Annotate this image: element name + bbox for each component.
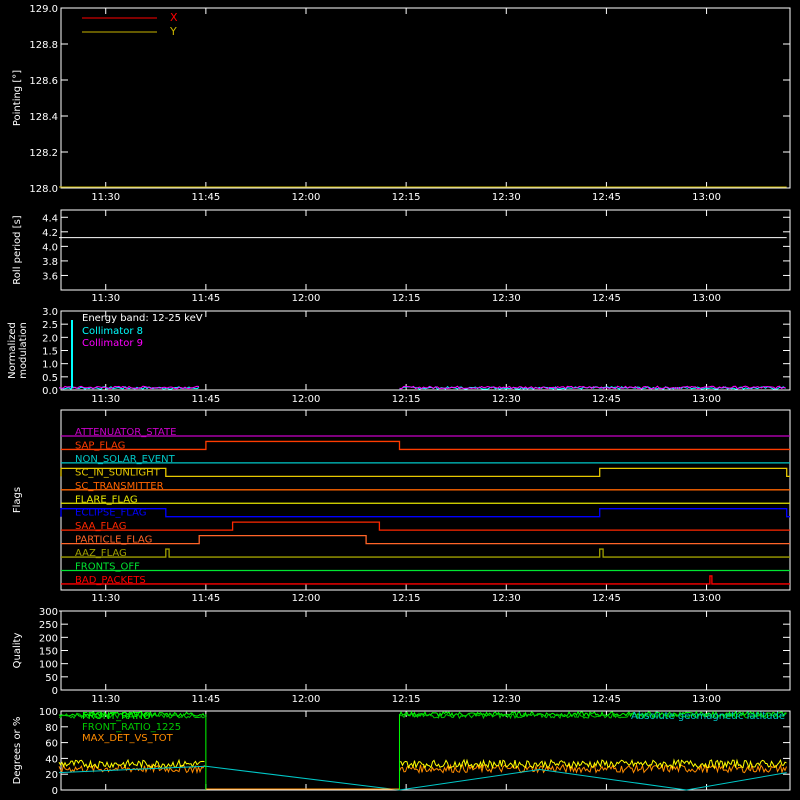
- x-tick-label: 12:15: [392, 293, 421, 304]
- y-tick-label: 1.5: [42, 347, 58, 358]
- y-tick-label: 50: [45, 673, 58, 684]
- y-tick-label: 100: [39, 707, 58, 718]
- legend-label: Collimator 8: [82, 326, 143, 337]
- x-tick-label: 12:15: [392, 192, 421, 203]
- y-tick-label: 128.0: [29, 184, 58, 195]
- y-tick-label: 0.5: [42, 373, 58, 384]
- x-tick-label: 11:30: [91, 192, 120, 203]
- x-tick-label: 12:15: [392, 694, 421, 705]
- x-tick-label: 12:45: [592, 192, 621, 203]
- x-tick-label: 11:45: [191, 394, 220, 405]
- flag-line: [61, 534, 790, 545]
- x-tick-label: 12:00: [292, 394, 321, 405]
- panel-roll_period: Roll period [s] 3.6 3.8 4.0 4.2 4.4 11:30 11:45…: [12, 209, 791, 304]
- legend-label: FRONT_RATIO_1225: [82, 722, 181, 733]
- y-axis-label: Flags: [12, 487, 23, 513]
- x-tick-label: 13:00: [692, 394, 721, 405]
- legend-label: MAX_DET_VS_TOT: [82, 733, 174, 744]
- x-tick-label: 12:00: [292, 192, 321, 203]
- y-tick-label: 0: [52, 686, 58, 697]
- flag-line: [61, 548, 790, 558]
- x-tick-label: 13:00: [692, 593, 721, 604]
- x-tick-label: 12:45: [592, 694, 621, 705]
- x-tick-label: 11:45: [191, 293, 220, 304]
- y-tick-label: 129.0: [29, 4, 58, 15]
- x-tick-label: 11:30: [91, 593, 120, 604]
- x-tick-label: 12:15: [392, 394, 421, 405]
- x-tick-label: 12:30: [492, 593, 521, 604]
- y-tick-label: 80: [45, 723, 58, 734]
- y-tick-label: 60: [45, 739, 58, 750]
- y-tick-label: 20: [45, 770, 58, 781]
- y-tick-label: 128.2: [29, 148, 58, 159]
- y-tick-label: 40: [45, 754, 58, 765]
- panel-geomag: Degrees or % 0 20 40 60 80 100 FRONT_RATIOFRONT…: [12, 707, 791, 797]
- y-tick-label: 2.0: [42, 333, 58, 344]
- panel-pointing: Pointing [°] 128.0 128.2 128.4 128.6 128.8 129…: [12, 4, 791, 203]
- x-tick-label: 12:30: [492, 192, 521, 203]
- x-tick-label: 12:30: [492, 394, 521, 405]
- panel-frame: [60, 209, 791, 291]
- y-axis-label: Roll period [s]: [12, 215, 23, 284]
- x-tick-label: 12:45: [592, 394, 621, 405]
- panel-frame: [60, 610, 791, 691]
- x-tick-label: 12:00: [292, 694, 321, 705]
- y-tick-label: 4.2: [42, 228, 58, 239]
- annotation-latitude: Absolute geomagnetic latitude: [631, 711, 785, 722]
- figure: Pointing [°] 128.0 128.2 128.4 128.6 128.8 129…: [7, 4, 791, 797]
- y-axis-label: Quality: [12, 633, 23, 669]
- flag-line: [61, 575, 790, 585]
- flag-line: [60, 508, 790, 518]
- y-tick-label: 3.6: [42, 271, 58, 282]
- y-tick-label: 2.5: [42, 320, 58, 331]
- y-tick-label: 0.0: [42, 386, 58, 397]
- x-tick-label: 12:30: [492, 293, 521, 304]
- y-tick-label: 3.0: [42, 307, 58, 318]
- y-tick-label: 128.4: [29, 112, 58, 123]
- y-tick-label: 4.4: [42, 213, 58, 224]
- legend-label: X: [170, 11, 178, 24]
- flag-line: [61, 521, 790, 531]
- y-tick-label: 3.8: [42, 257, 58, 268]
- x-tick-label: 12:45: [592, 593, 621, 604]
- panel-modulation: Normalized modulation 0.0 0.5 1.0 1.5 2.0 2.5 3.…: [7, 307, 791, 405]
- annotation-energy-band: Energy band: 12-25 keV: [82, 313, 203, 324]
- legend-label: FRONT_RATIO: [82, 711, 151, 722]
- x-tick-label: 13:00: [692, 192, 721, 203]
- y-axis-label: Pointing [°]: [12, 70, 23, 126]
- panel-quality: Quality 0 50 100 150 200 250 300 11:30 11:45 12:00…: [12, 607, 791, 705]
- x-tick-label: 12:00: [292, 293, 321, 304]
- x-tick-label: 11:45: [191, 593, 220, 604]
- x-tick-label: 12:30: [492, 694, 521, 705]
- y-axis-label: modulation: [18, 322, 29, 379]
- x-tick-label: 12:45: [592, 293, 621, 304]
- x-tick-label: 12:15: [392, 593, 421, 604]
- y-tick-label: 100: [39, 660, 58, 671]
- y-tick-label: 128.6: [29, 76, 58, 87]
- y-axis-label: Normalized: [7, 322, 18, 379]
- y-tick-label: 250: [39, 620, 58, 631]
- series-line: [399, 758, 787, 770]
- y-tick-label: 300: [39, 607, 58, 618]
- legend-label: Collimator 9: [82, 338, 143, 349]
- x-tick-label: 11:30: [91, 694, 120, 705]
- x-tick-label: 13:00: [692, 293, 721, 304]
- flag-line: [61, 440, 790, 451]
- y-tick-label: 150: [39, 647, 58, 658]
- x-tick-label: 13:00: [692, 694, 721, 705]
- y-tick-label: 200: [39, 633, 58, 644]
- y-tick-label: 0: [52, 786, 58, 797]
- legend-label: Y: [169, 25, 177, 38]
- y-tick-label: 1.0: [42, 360, 58, 371]
- x-tick-label: 11:45: [191, 192, 220, 203]
- y-axis-label: Degrees or %: [12, 717, 23, 785]
- y-tick-label: 4.0: [42, 242, 58, 253]
- x-tick-label: 12:00: [292, 593, 321, 604]
- panel-flags: Flags 11:30 11:45 12:00 12:15 12:30 12:45 13:00…: [12, 409, 791, 604]
- y-tick-label: 128.8: [29, 40, 58, 51]
- x-tick-label: 11:45: [191, 694, 220, 705]
- x-tick-label: 11:30: [91, 394, 120, 405]
- x-tick-label: 11:30: [91, 293, 120, 304]
- flag-line: [60, 467, 790, 478]
